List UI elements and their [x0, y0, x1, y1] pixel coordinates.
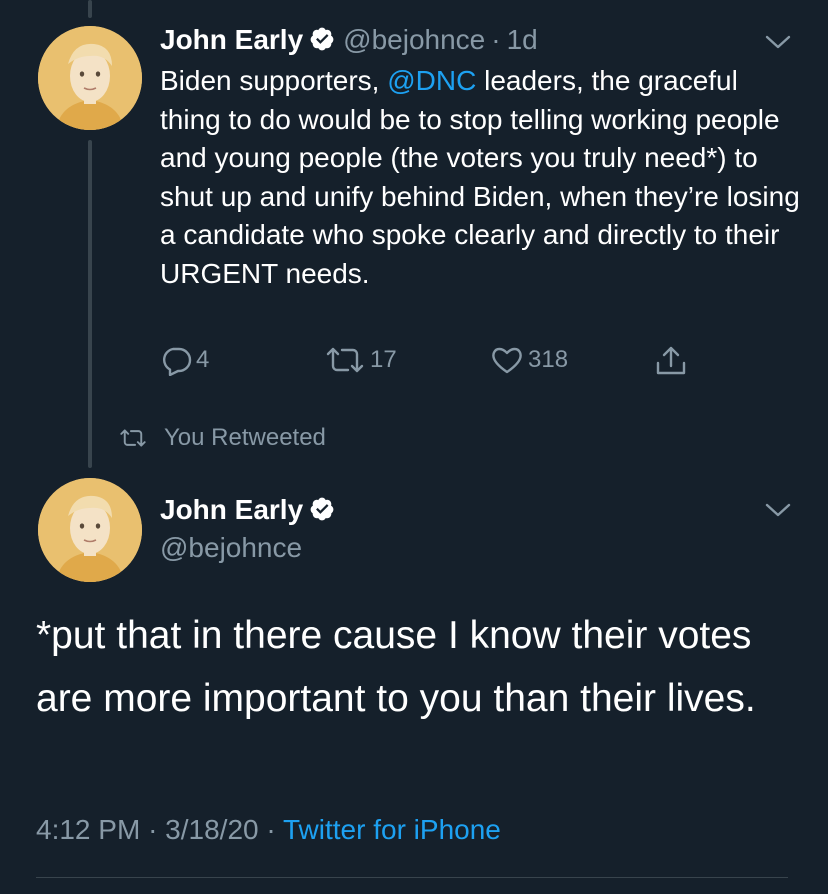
tweet-actions: 4 17 318: [160, 344, 720, 378]
chevron-down-icon[interactable]: [764, 32, 792, 52]
verified-badge-icon: [310, 27, 334, 51]
share-icon: [656, 346, 686, 375]
tweet-text-part: Biden supporters,: [160, 65, 388, 96]
author-line: John Early: [160, 494, 335, 526]
tweet-meta: 4:12 PM · 3/18/20 · Twitter for iPhone: [36, 814, 501, 846]
tweet-text-part: leaders, the graceful thing to do would …: [160, 65, 800, 289]
like-icon: [492, 347, 522, 374]
separator: ·: [266, 814, 276, 845]
like-button[interactable]: 318: [490, 344, 568, 376]
thread-line-middle: [88, 140, 92, 468]
tweet-date: 3/18/20: [165, 814, 259, 845]
divider: [36, 877, 788, 878]
retweet-icon: [326, 347, 364, 373]
reply-count: 4: [196, 346, 210, 373]
verified-badge-icon: [310, 497, 334, 521]
retweet-icon: [120, 429, 146, 447]
tweet-text: Biden supporters, @DNC leaders, the grac…: [160, 62, 800, 294]
author-handle[interactable]: @bejohnce: [343, 24, 485, 55]
tweet-text: *put that in there cause I know their vo…: [36, 614, 756, 720]
author-name[interactable]: John Early: [160, 494, 303, 525]
like-count: 318: [528, 346, 569, 373]
separator: ·: [491, 24, 501, 55]
avatar[interactable]: [38, 26, 142, 130]
author-name[interactable]: John Early: [160, 24, 303, 55]
timestamp[interactable]: 1d: [507, 24, 538, 55]
thread-line-top: [88, 0, 92, 18]
mention-link[interactable]: @DNC: [387, 65, 476, 96]
share-button[interactable]: [654, 344, 688, 378]
reply-button[interactable]: 4: [160, 344, 209, 376]
retweet-count: 17: [370, 346, 397, 373]
tweet-time: 4:12 PM: [36, 814, 141, 845]
author-handle[interactable]: @bejohnce: [160, 532, 302, 564]
separator: ·: [148, 814, 158, 845]
avatar[interactable]: [38, 478, 142, 582]
author-line: John Early @bejohnce · 1d: [160, 24, 538, 56]
retweet-context: You Retweeted: [118, 424, 326, 452]
retweet-context-label: You Retweeted: [164, 424, 326, 451]
reply-icon: [163, 347, 192, 376]
retweet-button[interactable]: 17: [324, 344, 397, 376]
chevron-down-icon[interactable]: [764, 500, 792, 520]
tweet-source-link[interactable]: Twitter for iPhone: [283, 814, 501, 845]
